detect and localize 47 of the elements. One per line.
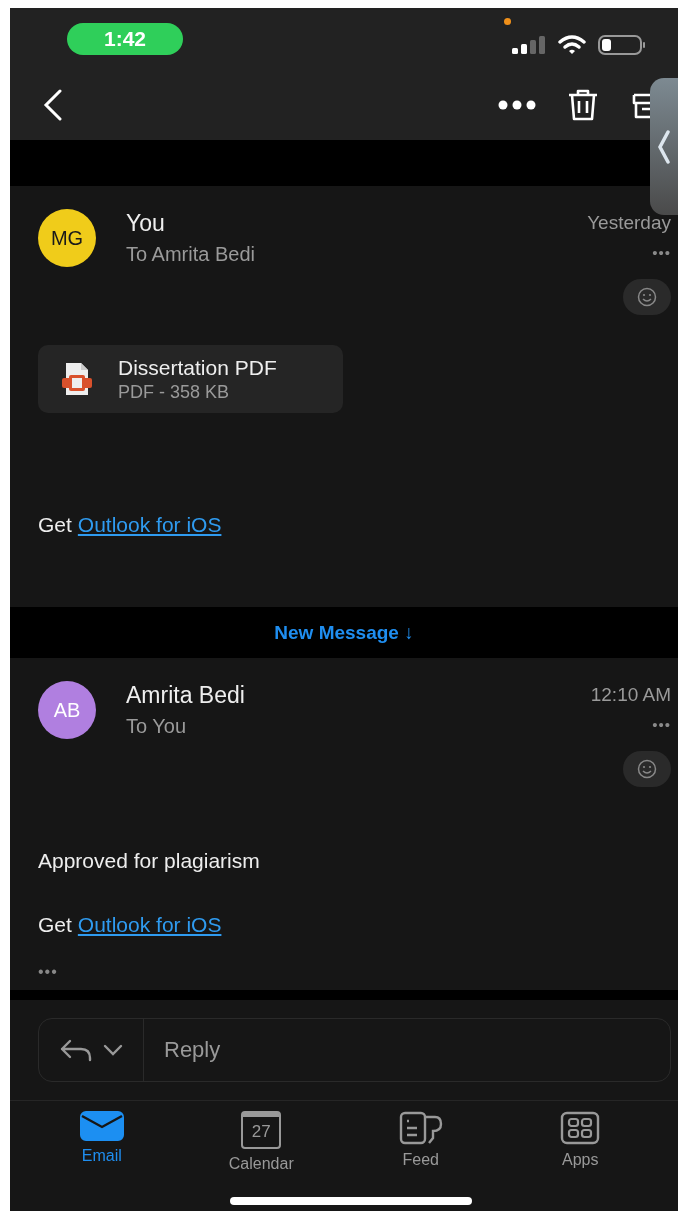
sender-name: Amrita Bedi xyxy=(126,682,246,709)
reply-field[interactable]: Reply xyxy=(144,1036,670,1064)
battery-icon xyxy=(598,34,646,56)
pdf-file-icon xyxy=(60,361,94,397)
sender-name: You xyxy=(126,210,166,237)
envelope-icon xyxy=(79,1111,124,1141)
smiley-icon xyxy=(637,287,657,307)
message-time: 12:10 AM xyxy=(590,684,671,706)
tab[interactable]: Email xyxy=(61,1111,142,1165)
recipient-line: To You xyxy=(126,715,188,738)
attachment-name: Dissertation PDF xyxy=(118,355,277,380)
privacy-dot xyxy=(504,18,511,25)
chevron-left-icon xyxy=(657,129,671,164)
reaction-button[interactable] xyxy=(623,279,671,315)
reply-icon[interactable] xyxy=(59,1038,93,1062)
calendar-icon: 27 xyxy=(241,1111,282,1149)
avatar: MG xyxy=(38,209,96,267)
signature-text: Get xyxy=(38,913,72,937)
message-more-button[interactable]: ••• xyxy=(652,716,671,733)
more-icon[interactable] xyxy=(498,100,536,110)
side-handle[interactable] xyxy=(650,78,678,215)
show-quoted-button[interactable]: ••• xyxy=(38,963,58,981)
attachment-card[interactable]: Dissertation PDF PDF - 358 KB xyxy=(38,345,343,413)
tab[interactable]: 27 Calendar xyxy=(221,1111,302,1173)
outlook-link[interactable]: Outlook for iOS xyxy=(77,913,222,937)
caret-icon[interactable] xyxy=(103,1044,123,1056)
new-message-link[interactable]: New Message ↓ xyxy=(274,621,414,644)
reply-bar[interactable]: Reply xyxy=(38,1018,671,1082)
outlook-link[interactable]: Outlook for iOS xyxy=(77,513,222,537)
tab[interactable]: Apps xyxy=(540,1111,621,1169)
wifi-icon xyxy=(558,35,586,55)
apps-grid-icon xyxy=(560,1111,601,1145)
recipient-line: To Amrita Bedi xyxy=(126,243,256,266)
signal-icon xyxy=(512,35,546,55)
status-time: 1:42 xyxy=(67,23,183,55)
reaction-button[interactable] xyxy=(623,751,671,787)
message-time: Yesterday xyxy=(587,212,671,234)
smiley-icon xyxy=(637,759,657,779)
signature-text: Get xyxy=(38,513,72,537)
message-body: Approved for plagiarism xyxy=(38,849,261,873)
tab[interactable]: Feed xyxy=(380,1111,461,1169)
avatar: AB xyxy=(38,681,96,739)
back-icon[interactable] xyxy=(42,89,64,121)
attachment-size: PDF - 358 KB xyxy=(118,381,231,403)
message-more-button[interactable]: ••• xyxy=(652,244,671,261)
trash-icon[interactable] xyxy=(566,88,600,122)
feed-icon xyxy=(398,1111,443,1145)
